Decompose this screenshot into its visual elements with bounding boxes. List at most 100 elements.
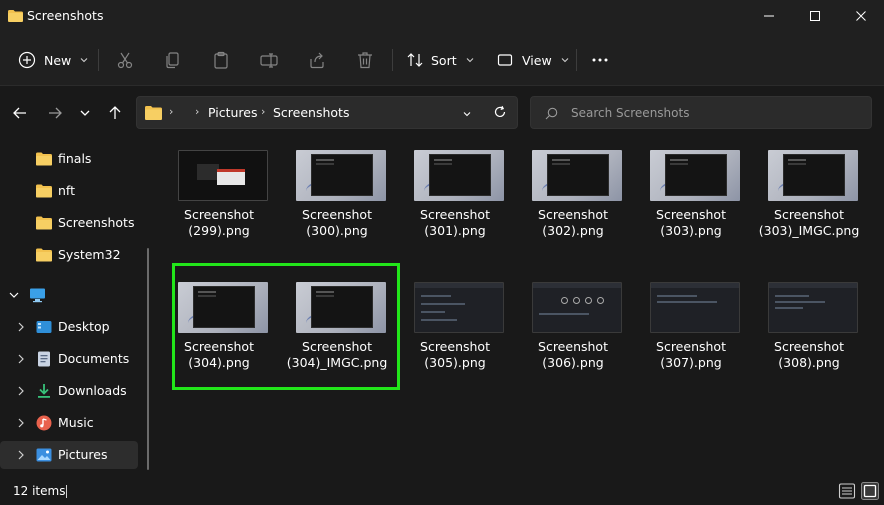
file-name-line: (308).png bbox=[778, 355, 840, 370]
file-name-line: Screenshot bbox=[538, 207, 608, 222]
breadcrumb-separator[interactable]: › bbox=[195, 105, 199, 118]
file-tile[interactable]: Screenshot (305).png bbox=[396, 272, 514, 392]
file-name: Screenshot (308).png bbox=[750, 339, 868, 371]
maximize-button[interactable] bbox=[792, 0, 838, 32]
sidebar-item-finals[interactable]: finals bbox=[0, 145, 138, 173]
file-name: Screenshot (306).png bbox=[514, 339, 632, 371]
chevron-down-icon[interactable] bbox=[462, 109, 472, 119]
sidebar-item-label: Pictures bbox=[58, 447, 108, 462]
view-button[interactable]: View bbox=[496, 46, 570, 74]
sort-button[interactable]: Sort bbox=[406, 46, 475, 74]
cut-icon[interactable] bbox=[115, 50, 135, 70]
file-tile[interactable]: Screenshot (303).png bbox=[632, 140, 750, 260]
sidebar-item-music[interactable]: Music bbox=[0, 409, 138, 437]
file-name: Screenshot (305).png bbox=[396, 339, 514, 371]
file-grid: Screenshot (299).png Screenshot (300).pn… bbox=[160, 140, 884, 476]
file-tile[interactable]: Screenshot (308).png bbox=[750, 272, 868, 392]
sidebar-item-label: nft bbox=[58, 183, 76, 198]
sidebar-item-nft[interactable]: nft bbox=[0, 177, 138, 205]
folder-icon bbox=[36, 216, 52, 230]
file-name-line: Screenshot bbox=[656, 339, 726, 354]
file-name-line: (303)_IMGC.png bbox=[758, 223, 860, 238]
address-bar[interactable]: › › Pictures › Screenshots bbox=[136, 96, 518, 129]
recent-locations-button[interactable] bbox=[72, 100, 98, 126]
file-tile[interactable]: Screenshot (299).png bbox=[160, 140, 278, 260]
search-icon bbox=[545, 107, 558, 120]
details-view-icon[interactable] bbox=[838, 482, 856, 500]
file-thumbnail bbox=[650, 282, 740, 333]
sort-button-label: Sort bbox=[431, 52, 457, 68]
share-icon[interactable] bbox=[307, 50, 327, 70]
sidebar-item-screenshots[interactable]: Screenshots bbox=[0, 209, 138, 237]
file-tile[interactable]: Screenshot (303)_IMGC.png bbox=[750, 140, 868, 260]
new-button[interactable]: New bbox=[18, 46, 89, 74]
search-input[interactable]: Search Screenshots bbox=[571, 106, 689, 120]
rename-icon[interactable] bbox=[259, 50, 279, 70]
sidebar-item-downloads[interactable]: Downloads bbox=[0, 377, 138, 405]
sidebar-item-label: Downloads bbox=[58, 383, 127, 398]
file-name-line: Screenshot bbox=[774, 207, 844, 222]
sidebar-item-label: Documents bbox=[58, 351, 130, 366]
breadcrumb-separator[interactable]: › bbox=[261, 105, 265, 118]
folder-icon bbox=[36, 184, 52, 198]
up-button[interactable] bbox=[102, 100, 128, 126]
close-icon bbox=[856, 11, 866, 21]
toolbar-divider bbox=[98, 49, 99, 71]
back-button[interactable] bbox=[7, 100, 33, 126]
file-tile[interactable]: Screenshot (300).png bbox=[278, 140, 396, 260]
file-name-line: (305).png bbox=[424, 355, 486, 370]
sidebar-item-desktop[interactable]: Desktop bbox=[0, 313, 138, 341]
paste-icon[interactable] bbox=[211, 50, 231, 70]
file-tile[interactable]: Screenshot (301).png bbox=[396, 140, 514, 260]
toolbar-divider bbox=[392, 49, 393, 71]
file-thumbnail bbox=[768, 150, 858, 201]
new-button-label: New bbox=[44, 52, 72, 68]
close-button[interactable] bbox=[838, 0, 884, 32]
window-title: Screenshots bbox=[27, 8, 104, 23]
refresh-icon[interactable] bbox=[493, 105, 507, 119]
status-bar: 12 items bbox=[0, 476, 884, 505]
sidebar-item-system32[interactable]: System32 bbox=[0, 241, 138, 269]
arrow-right-icon bbox=[49, 107, 62, 119]
chevron-down-icon[interactable] bbox=[8, 290, 20, 300]
more-options-button[interactable] bbox=[590, 46, 610, 74]
file-name-line: Screenshot bbox=[420, 339, 490, 354]
file-name-line: (306).png bbox=[542, 355, 604, 370]
folder-icon bbox=[36, 248, 52, 262]
search-box[interactable]: Search Screenshots bbox=[530, 96, 872, 129]
file-name: Screenshot (302).png bbox=[514, 207, 632, 239]
file-name-line: (300).png bbox=[306, 223, 368, 238]
chevron-right-icon[interactable] bbox=[16, 416, 26, 430]
file-tile[interactable]: Screenshot (306).png bbox=[514, 272, 632, 392]
sidebar-item-pictures[interactable]: Pictures bbox=[0, 441, 138, 469]
more-icon bbox=[592, 58, 608, 62]
arrow-up-icon bbox=[109, 106, 121, 119]
sidebar-item-label: System32 bbox=[58, 247, 121, 262]
title-bar: Screenshots bbox=[0, 0, 884, 34]
breadcrumb-separator[interactable]: › bbox=[169, 105, 173, 118]
sidebar-scrollbar[interactable] bbox=[147, 248, 149, 470]
sidebar-item-this-pc[interactable] bbox=[0, 281, 138, 309]
large-icons-view-icon[interactable] bbox=[861, 482, 879, 500]
file-name: Screenshot (300).png bbox=[278, 207, 396, 239]
command-bar: New Sort View bbox=[0, 34, 884, 86]
file-tile[interactable]: Screenshot (307).png bbox=[632, 272, 750, 392]
breadcrumb-pictures[interactable]: Pictures bbox=[208, 105, 258, 120]
file-name-line: Screenshot bbox=[656, 207, 726, 222]
forward-button[interactable] bbox=[42, 100, 68, 126]
delete-icon[interactable] bbox=[355, 50, 375, 70]
sidebar-item-documents[interactable]: Documents bbox=[0, 345, 138, 373]
file-tile[interactable]: Screenshot (302).png bbox=[514, 140, 632, 260]
chevron-down-icon bbox=[80, 58, 88, 63]
navigation-pane: finals nft Screenshots System32 Desktop … bbox=[0, 140, 150, 476]
file-name-line: (302).png bbox=[542, 223, 604, 238]
minimize-button[interactable] bbox=[746, 0, 792, 32]
breadcrumb-screenshots[interactable]: Screenshots bbox=[273, 105, 349, 120]
file-thumbnail bbox=[768, 282, 858, 333]
sidebar-item-label: Screenshots bbox=[58, 215, 135, 230]
chevron-right-icon[interactable] bbox=[16, 448, 26, 462]
chevron-right-icon[interactable] bbox=[16, 384, 26, 398]
chevron-right-icon[interactable] bbox=[16, 320, 26, 334]
chevron-right-icon[interactable] bbox=[16, 352, 26, 366]
copy-icon[interactable] bbox=[163, 50, 183, 70]
